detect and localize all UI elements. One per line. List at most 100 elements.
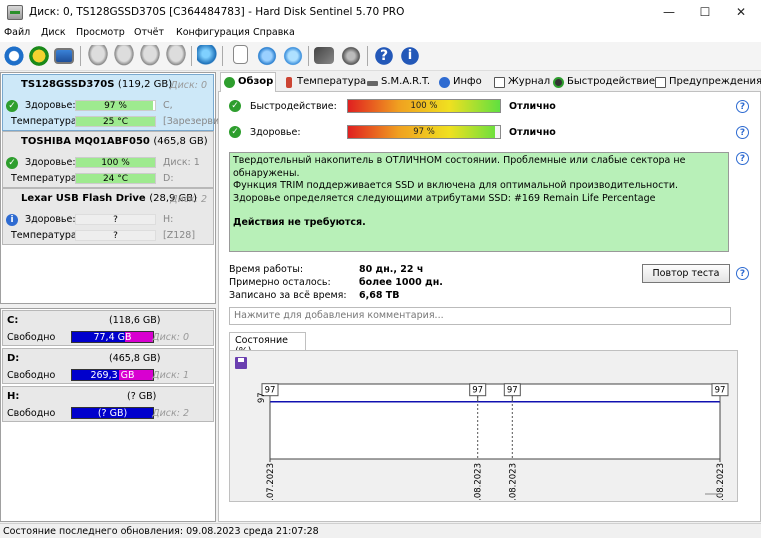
message-help-icon[interactable]: ? [736, 152, 749, 165]
sync-icon[interactable] [256, 45, 278, 67]
free-value: (? GB) [97, 408, 128, 419]
written-value: 6,68 TB [359, 290, 400, 301]
toolbar-separator [367, 46, 368, 66]
health-value: 100 % [101, 158, 130, 168]
health-label: Здоровье: [25, 214, 76, 225]
subtab-health-percent[interactable]: Состояние (%) [229, 332, 306, 357]
volume-card-h[interactable]: H: (? GB) Свободно (? GB) Диск: 2 [2, 386, 214, 422]
disk-card-2[interactable]: Lexar USB Flash Drive (28,9 GB) Диск: 2 … [2, 188, 214, 245]
free-space-bar: (? GB) [71, 407, 154, 419]
menu-report[interactable]: Отчёт [134, 27, 164, 38]
menu-view[interactable]: Просмотр [76, 27, 125, 38]
health-value: 97 % [413, 127, 435, 137]
volume-total: (465,8 GB) [109, 353, 161, 364]
status-text: Состояние последнего обновления: 09.08.2… [3, 526, 319, 537]
report-icon[interactable] [314, 47, 334, 64]
tab-overview[interactable]: Обзор [220, 72, 276, 93]
volume-total: (118,6 GB) [109, 315, 161, 326]
disk-card-1[interactable]: TOSHIBA MQ01ABF050 (465,8 GB) ✓ Здоровье… [2, 131, 214, 188]
thermometer-icon [286, 77, 292, 88]
gauge-icon [553, 77, 564, 88]
refresh-icon[interactable] [3, 45, 25, 67]
performance-ok-icon: ✓ [229, 100, 241, 112]
performance-bar: 100 % [347, 99, 501, 113]
data-label: 97 [472, 386, 483, 396]
temperature-label: Температура: [11, 116, 80, 127]
info-icon[interactable]: i [399, 45, 421, 67]
health-bar: ? [75, 214, 156, 225]
document-icon[interactable] [233, 45, 248, 64]
volume-letter: C, [163, 100, 173, 111]
menu-help[interactable]: Справка [253, 27, 295, 38]
menu-configuration[interactable]: Конфигурация [176, 27, 250, 38]
health-help-icon[interactable]: ? [736, 126, 749, 139]
x-tick-label: 03.08.2023 [508, 463, 518, 501]
disk-card-0[interactable]: TS128GSSD370S (119,2 GB) Диск: 0 ✓ Здоро… [2, 74, 225, 131]
log-icon [494, 77, 505, 88]
free-label: Свободно [7, 408, 56, 419]
health-label: Здоровье: [25, 100, 76, 111]
volume-card-d[interactable]: D: (465,8 GB) Свободно 269,3 GB Диск: 1 [2, 348, 214, 384]
disk-number: Диск: 2 [152, 408, 189, 419]
tab-temperature[interactable]: Температура [280, 73, 366, 92]
temperature-label: Температура: [11, 230, 80, 241]
temperature-label: Температура: [11, 173, 80, 184]
temperature-value: 25 °C [102, 117, 129, 127]
disk-refresh-icon[interactable] [113, 45, 135, 67]
message-line: Функция TRIM поддерживается SSD и включе… [233, 180, 679, 191]
retest-button[interactable]: Повтор теста [642, 264, 730, 283]
tab-performance[interactable]: Быстродействие [550, 73, 655, 92]
toolbar-separator [80, 46, 81, 66]
overview-panel: ✓ Быстродействие: 100 % Отлично ? ✓ Здор… [218, 92, 761, 522]
performance-value: 100 % [410, 101, 438, 111]
volume-letter: H: [7, 391, 20, 402]
x-tick-label: 02.08.2023 [474, 463, 484, 501]
free-label: Свободно [7, 332, 56, 343]
free-value: 269,3 GB [90, 370, 135, 381]
disk-settings-icon[interactable] [165, 45, 187, 67]
retest-help-icon[interactable]: ? [736, 267, 749, 280]
sound-icon[interactable] [340, 45, 362, 67]
toolbar-separator [191, 46, 192, 66]
menu-file[interactable]: Файл [4, 27, 30, 38]
close-button[interactable]: ✕ [718, 0, 761, 25]
tab-smart[interactable]: S.M.A.R.T. [364, 73, 430, 92]
temperature-bar: ? [75, 230, 156, 241]
tab-label: S.M.A.R.T. [381, 76, 431, 87]
monitor-icon[interactable] [54, 48, 74, 64]
data-label: 97 [507, 386, 518, 396]
toolbar-separator [222, 46, 223, 66]
comment-input[interactable]: Нажмите для добавления комментария... [229, 307, 731, 325]
disk-icon[interactable] [87, 45, 109, 67]
volume-letter: D: [7, 353, 20, 364]
help-icon[interactable]: ? [373, 45, 395, 67]
globe-icon[interactable] [197, 45, 219, 67]
plot-area [269, 383, 721, 460]
volume-card-c[interactable]: C: (118,6 GB) Свободно 77,4 GB Диск: 0 [2, 310, 214, 346]
info-icon [439, 77, 450, 88]
disk-name-0: TS128GSSD370S (119,2 GB) [21, 79, 172, 90]
alert-document-icon [655, 77, 666, 88]
warning-icon[interactable] [28, 45, 50, 67]
title-bar: Диск: 0, TS128GSSD370S [C364484783] - Ha… [0, 0, 761, 25]
volume-letter: C: [7, 315, 19, 326]
disk-check-icon[interactable] [139, 45, 161, 67]
network-icon[interactable] [282, 45, 304, 67]
ok-check-icon: ✓ [6, 157, 18, 169]
tab-label: Обзор [238, 76, 274, 87]
volume-list-panel: C: (118,6 GB) Свободно 77,4 GB Диск: 0 D… [0, 308, 216, 522]
volume-letter: [Зарезервир [163, 116, 226, 127]
tab-log[interactable]: Журнал [491, 73, 550, 92]
tab-alerts[interactable]: Предупреждения [652, 73, 761, 92]
disk-model: TS128GSSD370S [21, 79, 115, 90]
temperature-value: 24 °C [102, 174, 129, 184]
performance-help-icon[interactable]: ? [736, 100, 749, 113]
menu-bar: Файл Диск Просмотр Отчёт Конфигурация Сп… [0, 25, 761, 42]
disk-name-1: TOSHIBA MQ01ABF050 (465,8 GB) [21, 136, 208, 147]
health-value: 97 % [104, 101, 127, 111]
toolbar: ? i [0, 42, 761, 71]
tab-info[interactable]: Инфо [436, 73, 482, 92]
menu-disk[interactable]: Диск [41, 27, 66, 38]
health-ok-icon: ✓ [229, 126, 241, 138]
disk-list-panel: TS128GSSD370S (119,2 GB) Диск: 0 ✓ Здоро… [0, 72, 225, 304]
